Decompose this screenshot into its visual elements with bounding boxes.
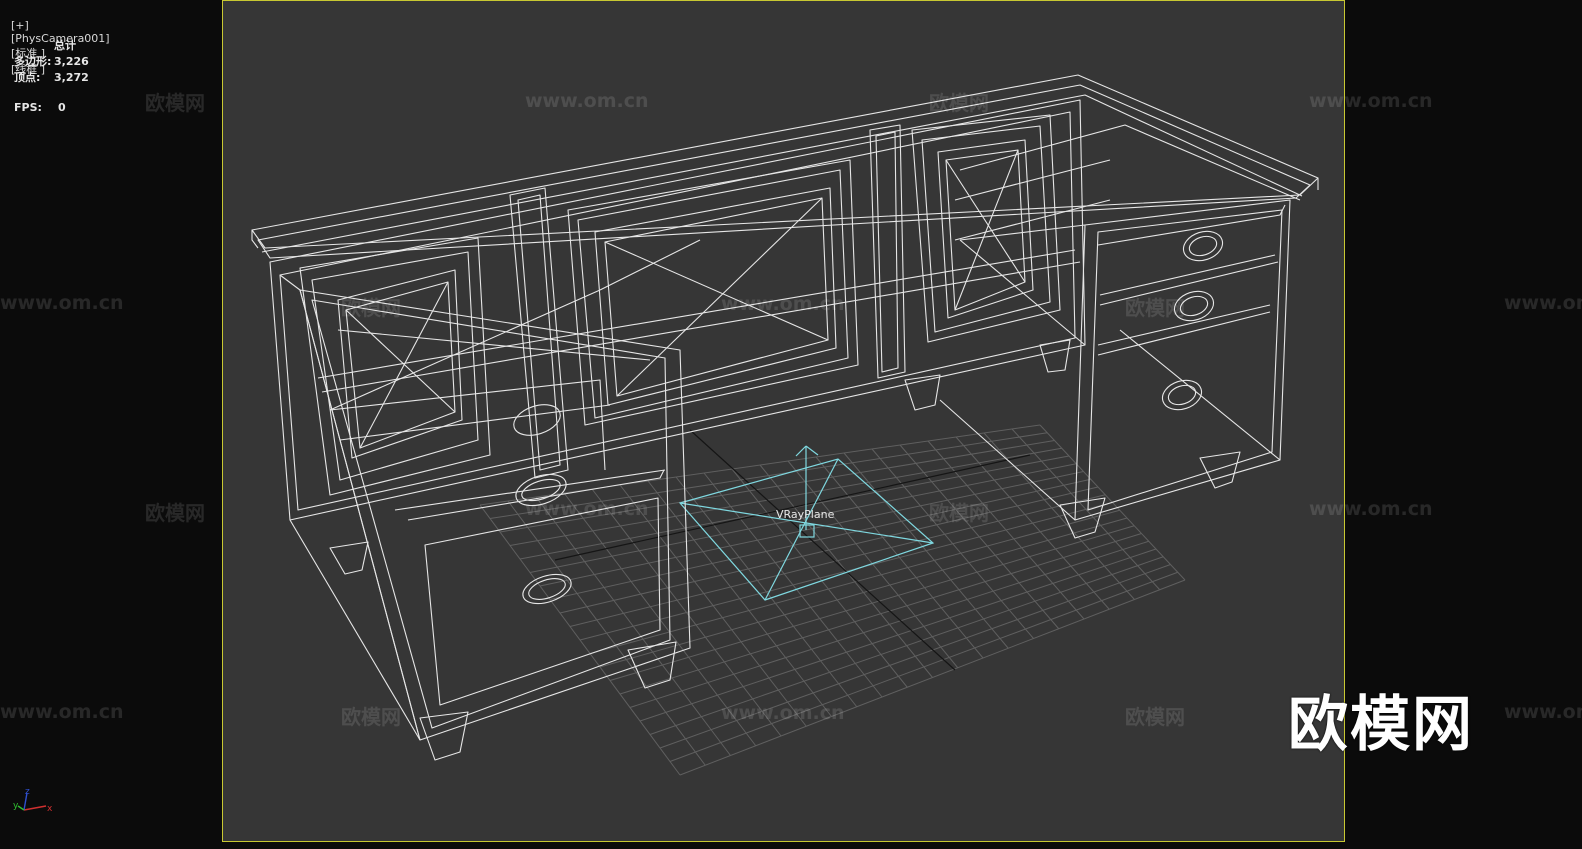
watermark-brand: 欧模网 — [145, 501, 205, 525]
viewport-menu-plus[interactable]: [+] — [11, 19, 29, 32]
axis-gizmo-icon: x y z — [13, 787, 53, 814]
watermark-url: www.om.cn — [1504, 292, 1582, 314]
fps-value: 0 — [58, 101, 66, 114]
wireframe-scene — [251, 74, 1319, 776]
axis-x-label: x — [47, 804, 53, 814]
vrayplane-label[interactable]: VRayPlane — [776, 508, 834, 521]
stats-header: 总计 — [54, 39, 76, 52]
vertices-value: 3,272 — [54, 71, 89, 84]
polygons-label: 多边形: — [14, 55, 52, 68]
axis-y-label: y — [13, 801, 19, 811]
viewport-scene[interactable]: 欧模网 www.om.cn 欧模网 www.om.cn 欧模网 www.om.c… — [145, 0, 1433, 842]
vertices-label: 顶点: — [14, 71, 41, 84]
fps-readout: FPS: 0 — [14, 101, 66, 114]
brand-logo: 欧模网 — [1288, 690, 1474, 760]
watermark-brand: 欧模网 — [145, 91, 205, 115]
watermark-url: www.om.cn — [1504, 701, 1582, 723]
ground-grid — [479, 424, 1186, 776]
polygons-value: 3,226 — [54, 55, 89, 68]
watermark-url: www.om.cn — [0, 292, 124, 314]
watermark-url: www.om.cn — [0, 701, 124, 723]
axis-z-label: z — [25, 787, 30, 797]
statistics-panel: 总计 多边形: 3,226 顶点: 3,272 — [14, 38, 89, 86]
fps-label: FPS: — [14, 101, 42, 114]
